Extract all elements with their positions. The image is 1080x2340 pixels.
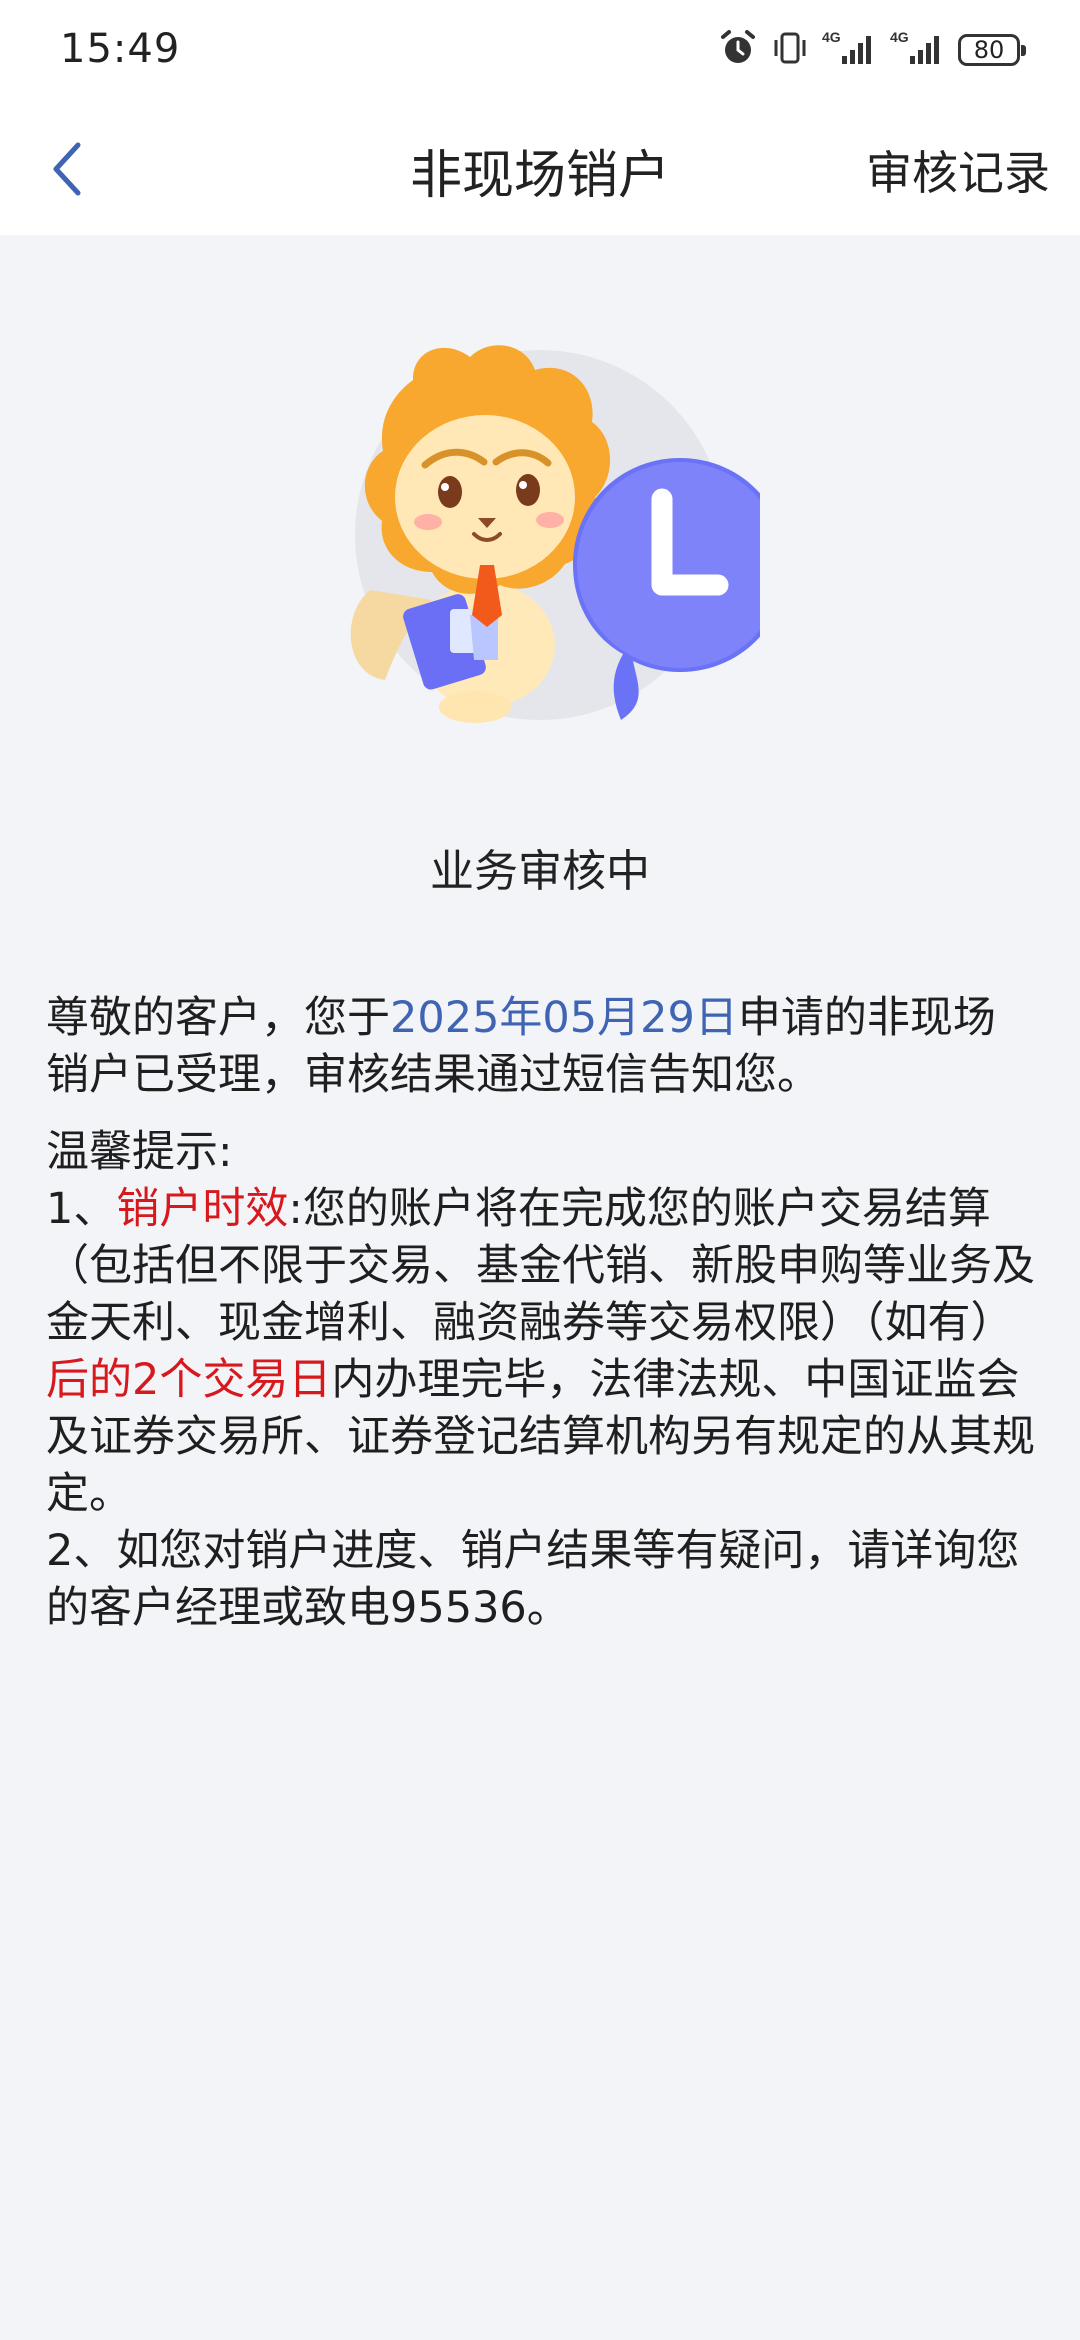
tip-1-label: 销户时效 <box>116 1184 289 1234</box>
svg-text:4G: 4G <box>890 29 909 45</box>
svg-text:4G: 4G <box>822 29 841 45</box>
signal-4g-icon: 4G <box>890 28 946 72</box>
notice-content: 尊敬的客户，您于2025年05月29日申请的非现场销户已受理，审核结果通过短信告… <box>46 990 1036 1637</box>
audit-record-button[interactable]: 审核记录 <box>866 137 1050 203</box>
tip-1: 1、销户时效:您的账户将在完成您的账户交易结算（包括但不限于交易、基金代销、新股… <box>46 1181 1036 1523</box>
battery-icon: 80 <box>958 34 1026 66</box>
status-bar: 15:49 4G 4G 80 <box>0 0 1080 105</box>
alarm-icon <box>718 28 758 72</box>
greeting-prefix: 尊敬的客户，您于 <box>46 993 390 1043</box>
review-status-text: 业务审核中 <box>430 846 650 897</box>
signal-4g-icon: 4G <box>822 28 878 72</box>
vibrate-icon <box>770 28 810 72</box>
tip-1-prefix: 1、 <box>46 1184 117 1234</box>
tip-1-days: 后的2个交易日 <box>46 1355 332 1405</box>
tips-title: 温馨提示: <box>46 1127 233 1177</box>
navigation-bar: 非现场销户 审核记录 <box>0 105 1080 235</box>
greeting-paragraph: 尊敬的客户，您于2025年05月29日申请的非现场销户已受理，审核结果通过短信告… <box>46 990 1036 1104</box>
application-date: 2025年05月29日 <box>390 993 738 1043</box>
lion-mascot-clock-illustration <box>320 345 787 735</box>
status-time: 15:49 <box>60 26 181 72</box>
tip-2: 2、如您对销户进度、销户结果等有疑问，请详询您的客户经理或致电95536。 <box>46 1526 1020 1633</box>
status-icons: 4G 4G 80 <box>718 28 1026 72</box>
